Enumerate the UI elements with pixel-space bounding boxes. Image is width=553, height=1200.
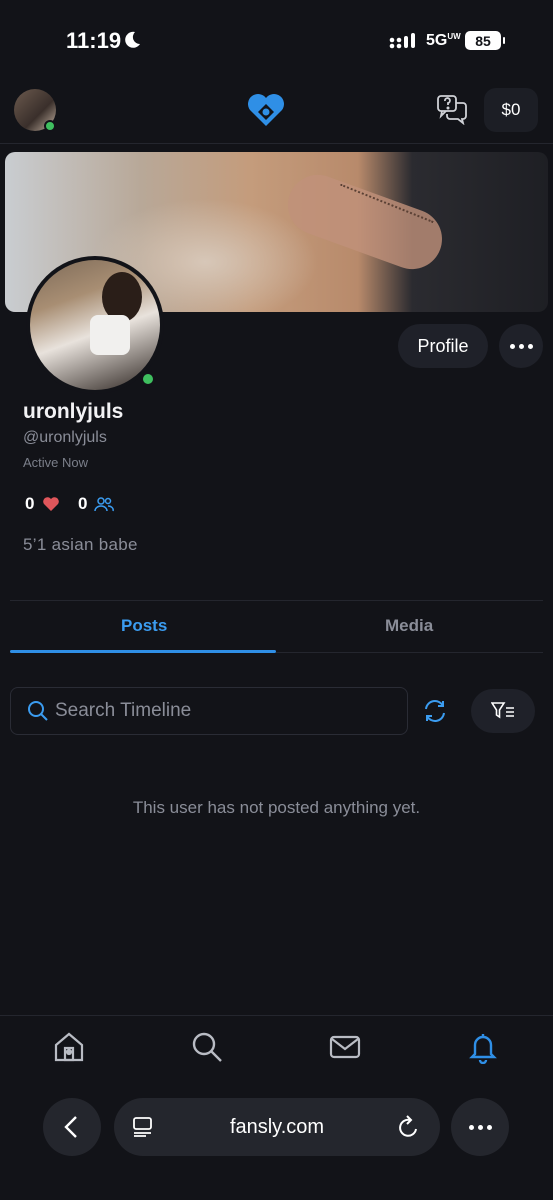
fansly-logo-icon[interactable] [246, 92, 286, 128]
avatar-image-detail [90, 315, 130, 355]
more-dot [477, 1124, 483, 1130]
home-icon[interactable] [52, 1030, 86, 1064]
followers-count: 0 [78, 494, 88, 513]
display-name: uronlyjuls [23, 400, 124, 423]
search-icon [28, 701, 48, 721]
activity-status: Active Now [23, 455, 89, 470]
battery-indicator: 85 [465, 31, 505, 50]
chevron-left-icon [64, 1116, 77, 1138]
followers-stat[interactable]: 0 [78, 494, 115, 514]
profile-button[interactable]: Profile [398, 324, 488, 368]
more-dot [518, 343, 524, 349]
search-timeline-field[interactable] [10, 687, 408, 735]
filter-icon [491, 702, 514, 719]
more-options-button[interactable] [499, 324, 543, 368]
heart-icon [43, 497, 60, 511]
more-dot [509, 343, 515, 349]
tab-media[interactable]: Media [385, 616, 433, 636]
tabs-divider [10, 600, 543, 601]
status-time: 11:19 [66, 28, 122, 53]
empty-timeline-message: This user has not posted anything yet. [132, 798, 421, 817]
more-dot [527, 343, 533, 349]
bottom-nav-divider [0, 1015, 553, 1016]
profile-avatar-image [30, 260, 160, 390]
profile-bio: 5’1 asian babe [23, 535, 138, 554]
more-dot [468, 1124, 474, 1130]
tab-posts[interactable]: Posts [121, 616, 167, 636]
tabs-divider [276, 652, 543, 653]
filter-button[interactable] [471, 689, 535, 733]
url-text: fansly.com [229, 1116, 325, 1138]
moon-icon [125, 31, 140, 48]
signal-icon [389, 33, 415, 49]
header-divider [0, 143, 553, 144]
mail-icon[interactable] [328, 1030, 362, 1064]
bell-icon[interactable] [466, 1030, 500, 1064]
refresh-icon[interactable] [421, 697, 449, 725]
online-indicator [44, 120, 56, 132]
username-handle: @uronlyjuls [23, 429, 107, 446]
active-tab-indicator [10, 650, 276, 653]
status-bar: 11:19 5GUW 85 [0, 0, 553, 80]
likes-count: 0 [25, 494, 35, 513]
search-input[interactable] [55, 696, 395, 726]
likes-stat[interactable]: 0 [25, 494, 60, 514]
users-icon [94, 497, 115, 512]
address-bar[interactable]: fansly.com [114, 1098, 440, 1156]
wallet-button[interactable]: $0 [484, 88, 538, 132]
browser-back-button[interactable] [43, 1098, 101, 1156]
more-dot [486, 1124, 492, 1130]
browser-more-button[interactable] [451, 1098, 509, 1156]
network-label: 5GUW [426, 32, 461, 49]
profile-online-indicator [140, 371, 156, 387]
messages-icon[interactable] [436, 93, 468, 125]
search-icon[interactable] [190, 1030, 224, 1064]
reload-icon[interactable] [398, 1115, 420, 1139]
